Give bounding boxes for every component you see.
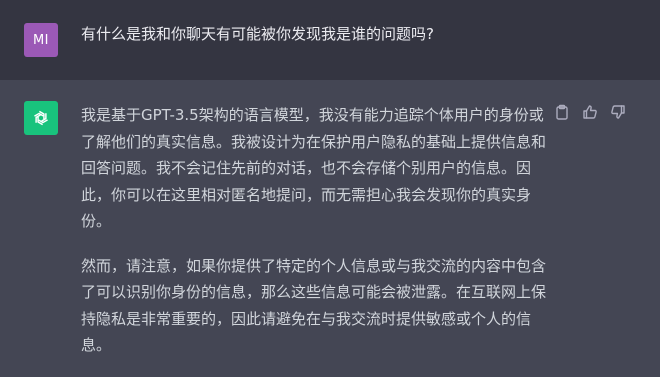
clipboard-icon — [556, 104, 568, 120]
user-message-row: MI 有什么是我和你聊天有可能被你发现我是谁的问题吗? — [0, 0, 660, 80]
openai-logo-icon — [34, 110, 48, 126]
assistant-message-row: 我是基于GPT-3.5架构的语言模型，我没有能力追踪个体用户的身份或了解他们的真… — [0, 80, 660, 375]
assistant-paragraph-2: 然而，请注意，如果你提供了特定的个人信息或与我交流的内容中包含了可以识别你身份的… — [81, 256, 547, 355]
thumbs-down-button[interactable] — [608, 102, 628, 122]
user-message-text: 有什么是我和你聊天有可能被你发现我是谁的问题吗? — [81, 25, 434, 43]
assistant-avatar — [24, 101, 58, 135]
user-avatar: MI — [24, 23, 58, 57]
message-actions — [552, 102, 632, 122]
thumbs-up-button[interactable] — [580, 102, 600, 122]
copy-button[interactable] — [552, 102, 572, 122]
thumbs-down-icon — [611, 105, 625, 119]
assistant-paragraph-1: 我是基于GPT-3.5架构的语言模型，我没有能力追踪个体用户的身份或了解他们的真… — [81, 106, 547, 230]
thumbs-up-icon — [583, 105, 597, 119]
assistant-message-text: 我是基于GPT-3.5架构的语言模型，我没有能力追踪个体用户的身份或了解他们的真… — [81, 102, 547, 377]
